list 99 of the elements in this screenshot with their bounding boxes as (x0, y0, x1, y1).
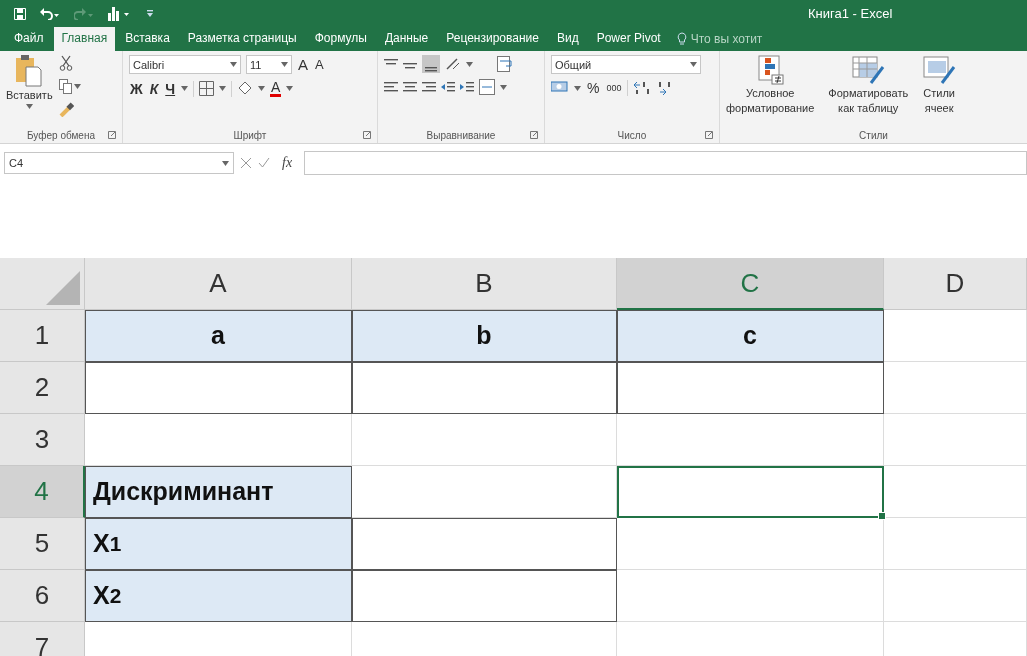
ribbon-tab[interactable]: Файл (6, 27, 52, 51)
group-label: Выравнивание (426, 130, 496, 141)
table-brush-icon[interactable] (851, 55, 886, 85)
column-header[interactable]: D (884, 258, 1027, 310)
caret-icon (281, 62, 288, 67)
caret-icon (258, 86, 266, 91)
clipboard-icon (16, 55, 43, 87)
font-size-dropdown[interactable]: 11 (246, 55, 292, 74)
merge-cells-icon[interactable] (479, 79, 495, 95)
caret-icon (466, 61, 473, 67)
bold-button[interactable]: Ж (129, 81, 144, 96)
align-left-icon[interactable] (384, 80, 398, 94)
name-box[interactable]: C4 (4, 152, 234, 174)
selected-cell[interactable] (617, 466, 884, 518)
row-header[interactable]: 2 (0, 362, 85, 414)
lightbulb-icon[interactable] (676, 32, 687, 46)
wrap-text-icon[interactable] (497, 56, 513, 72)
table-cell[interactable] (617, 362, 884, 414)
table-cell[interactable] (85, 362, 352, 414)
dialog-launcher-icon[interactable] (108, 131, 116, 139)
underline-button[interactable]: Ч (164, 81, 177, 96)
caret-icon (25, 104, 33, 110)
style-gallery-button[interactable]: Форматировать как таблицу (828, 55, 909, 130)
conditional-format-icon[interactable] (755, 55, 786, 85)
align-right-icon[interactable] (422, 80, 436, 94)
align-bottom-icon[interactable] (422, 55, 440, 73)
save-icon[interactable] (14, 7, 26, 20)
row-header[interactable]: 7 (0, 622, 85, 656)
ribbon-tab[interactable]: Разметка страницы (179, 27, 305, 51)
window-title: Книга1 - Excel (808, 6, 893, 21)
caret-icon (286, 86, 294, 91)
increase-decimal-icon[interactable] (633, 81, 652, 95)
caret-icon (230, 62, 237, 67)
shrink-font-button[interactable]: A (314, 58, 325, 71)
percent-button[interactable]: % (586, 81, 601, 95)
increase-indent-icon[interactable] (460, 80, 474, 94)
font-family-dropdown[interactable]: Calibri (129, 55, 241, 74)
grow-font-button[interactable]: A (297, 57, 309, 72)
table-cell[interactable] (352, 570, 617, 622)
row-header[interactable]: 5 (0, 518, 85, 570)
caret-icon (181, 86, 189, 91)
ribbon-tab[interactable]: Данные (376, 27, 437, 51)
row-header[interactable]: 6 (0, 570, 85, 622)
column-header[interactable]: A (85, 258, 352, 310)
table-cell[interactable]: c (617, 310, 884, 362)
decrease-indent-icon[interactable] (441, 80, 455, 94)
row-header[interactable]: 4 (0, 466, 85, 518)
borders-icon[interactable] (199, 81, 215, 96)
ribbon-tab[interactable]: Вставка (117, 27, 178, 51)
table-cell[interactable]: Дискриминант (85, 466, 352, 518)
tell-me-field[interactable]: Что вы хотит (690, 32, 781, 46)
paste-button[interactable]: Вставить (6, 55, 53, 130)
undo-icon[interactable] (40, 7, 60, 20)
caret-icon (73, 84, 81, 89)
confirm-icon[interactable] (258, 157, 270, 169)
table-cell[interactable] (352, 518, 617, 570)
caret-icon (500, 84, 507, 90)
group-label: Число (617, 130, 647, 141)
caret-icon (574, 85, 581, 91)
customize-icon[interactable] (146, 8, 154, 19)
align-center-icon[interactable] (403, 80, 417, 94)
chart-icon[interactable] (108, 6, 132, 21)
orientation-icon[interactable] (445, 57, 461, 71)
ribbon-tab[interactable]: Рецензирование (438, 27, 547, 51)
group-label: Буфер обмена (27, 130, 95, 141)
table-cell[interactable]: a (85, 310, 352, 362)
dialog-launcher-icon[interactable] (363, 131, 371, 139)
group-label: Стили (859, 130, 888, 141)
dialog-launcher-icon[interactable] (530, 131, 538, 139)
thousands-button[interactable]: 000 (605, 83, 623, 93)
cell-style-icon[interactable] (922, 55, 957, 85)
cancel-icon[interactable] (240, 157, 252, 169)
ribbon-tab[interactable]: Вид (548, 27, 587, 51)
dialog-launcher-icon[interactable] (705, 131, 713, 139)
number-format-dropdown[interactable]: Общий (551, 55, 701, 74)
insert-function-button[interactable]: fx (276, 156, 299, 170)
cut-icon[interactable] (58, 55, 73, 71)
currency-icon[interactable] (551, 81, 569, 95)
table-cell[interactable]: b (352, 310, 617, 362)
ribbon-tab[interactable]: Главная (53, 27, 116, 51)
font-color-button[interactable]: A (270, 80, 282, 97)
row-header[interactable]: 3 (0, 414, 85, 466)
style-gallery-button[interactable]: Стили ячеек (922, 55, 957, 130)
caret-icon (690, 62, 697, 67)
italic-button[interactable]: К (148, 81, 160, 96)
table-cell[interactable] (352, 362, 617, 414)
group-label: Шрифт (233, 130, 267, 141)
format-painter-icon[interactable] (58, 102, 74, 117)
ribbon-tab[interactable]: Формулы (306, 27, 375, 51)
formula-field[interactable] (304, 151, 1027, 175)
row-header[interactable]: 1 (0, 310, 85, 362)
fill-bucket-icon[interactable] (237, 81, 254, 96)
column-header[interactable]: C (617, 258, 884, 310)
style-gallery-button[interactable]: Условное форматирование (726, 55, 815, 130)
ribbon-tab[interactable]: Power Pivot (588, 27, 669, 51)
copy-icon[interactable] (58, 79, 72, 94)
caret-icon (219, 86, 227, 91)
column-header[interactable]: B (352, 258, 617, 310)
caret-icon (222, 160, 229, 166)
